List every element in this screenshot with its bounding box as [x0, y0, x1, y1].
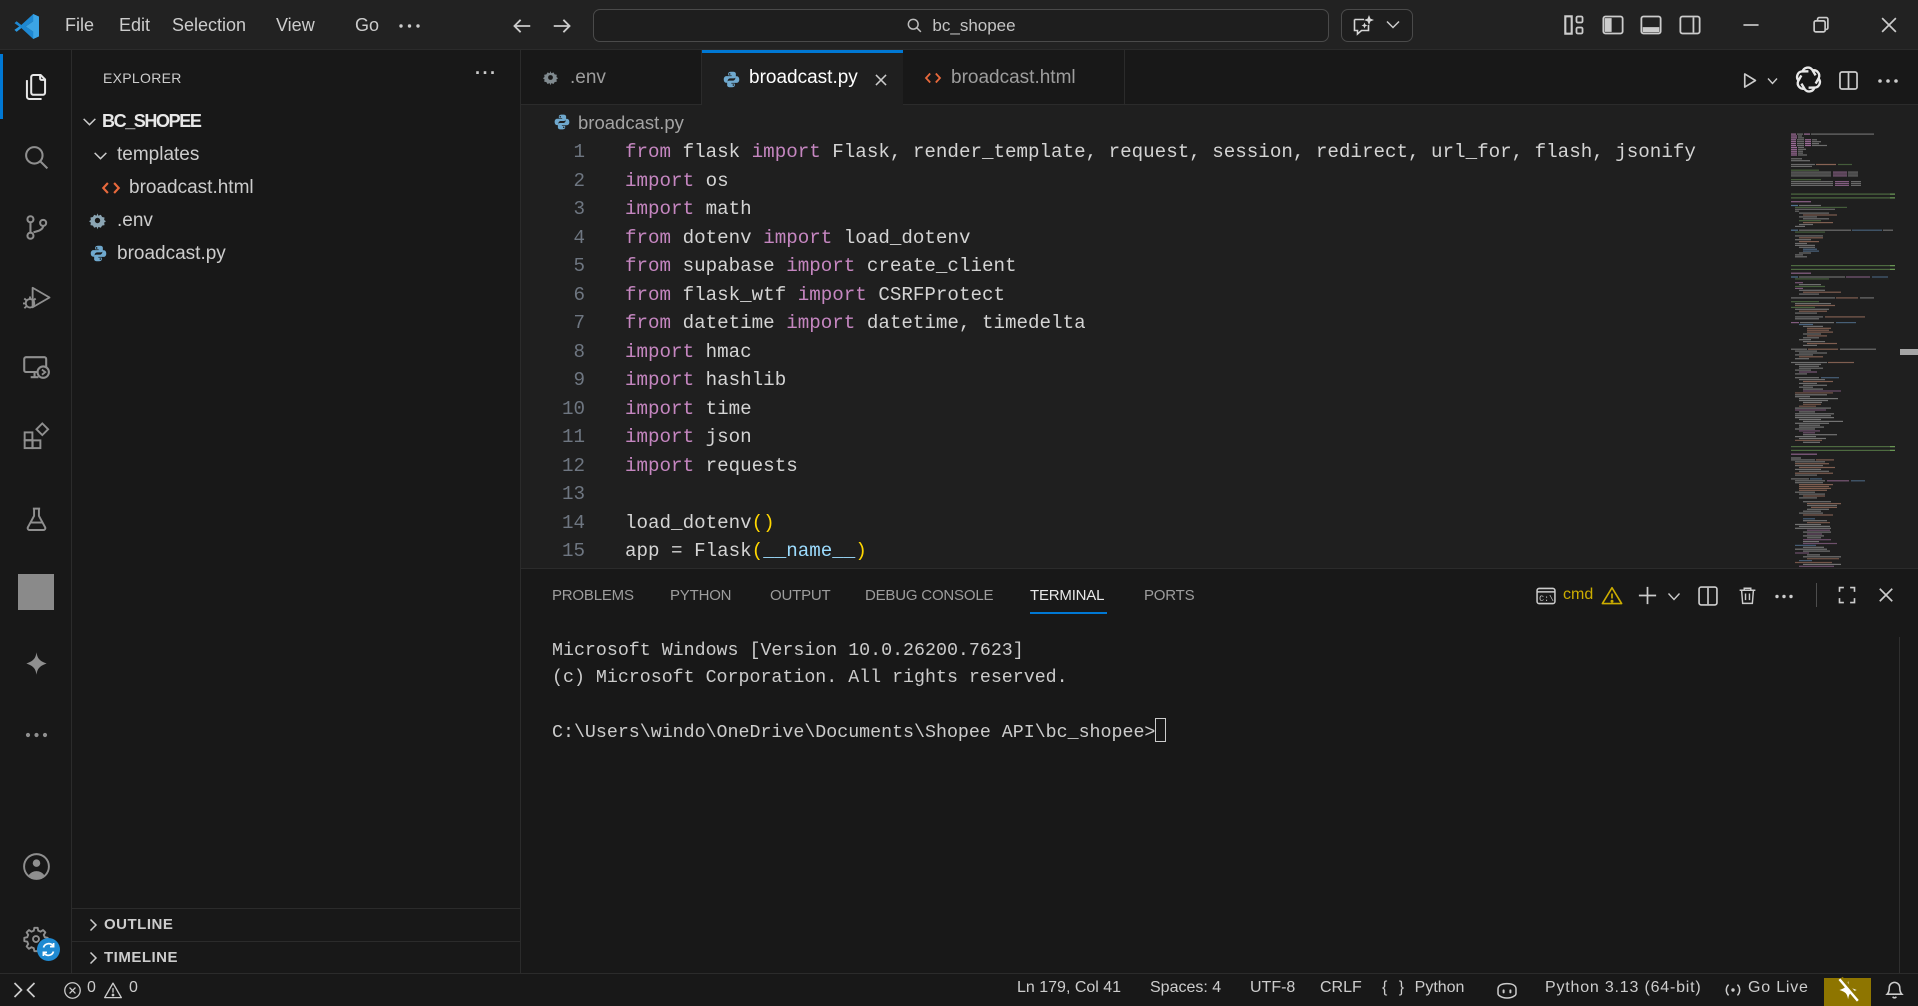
svg-text:C:\: C:\: [1539, 594, 1554, 604]
